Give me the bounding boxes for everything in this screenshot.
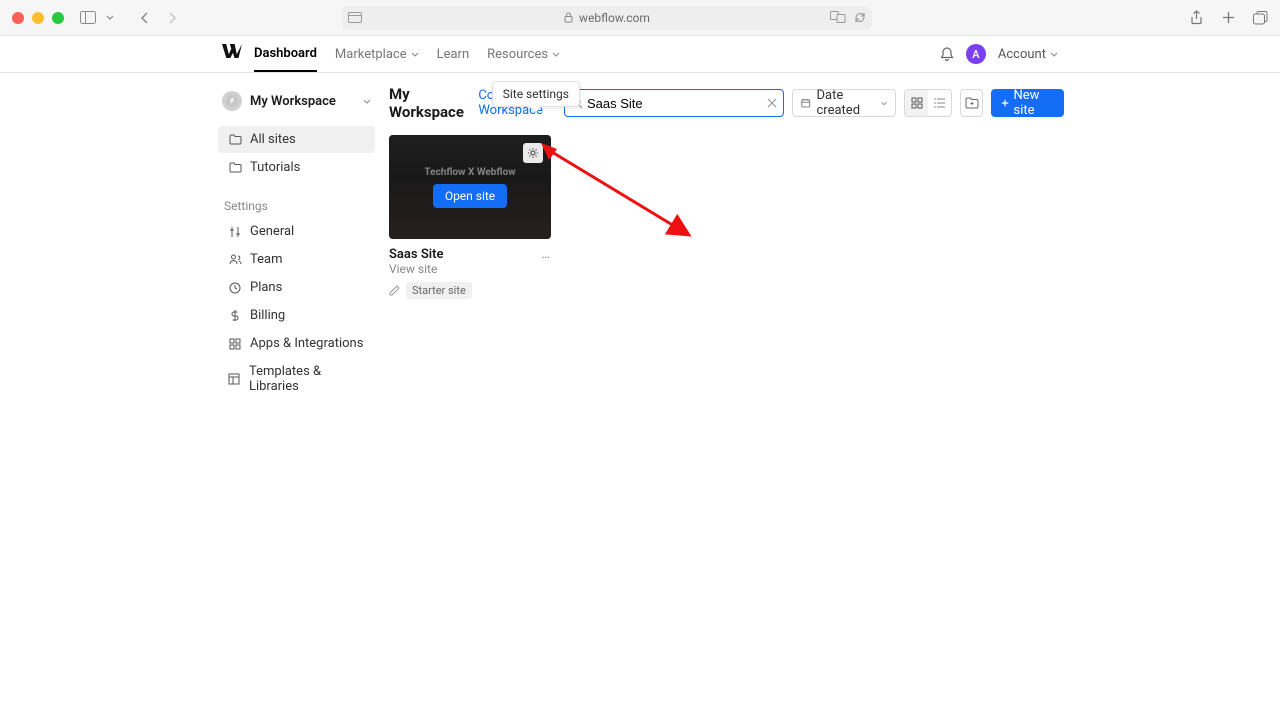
page-title: My Workspace (389, 85, 470, 121)
nav-tab-resources[interactable]: Resources (487, 36, 560, 72)
sidebar-item-label: Templates & Libraries (249, 364, 365, 394)
back-icon[interactable] (136, 10, 152, 26)
new-folder-button[interactable] (960, 89, 983, 117)
open-site-button[interactable]: Open site (433, 184, 507, 208)
grid-view-button[interactable] (905, 90, 928, 116)
plus-icon (1001, 98, 1009, 108)
sidebar: My Workspace All sites Tutorials Setting… (214, 73, 379, 413)
sidebar-item-general[interactable]: General (218, 218, 375, 245)
templates-icon (228, 372, 241, 386)
browser-chrome: webflow.com (0, 0, 1280, 36)
billing-icon (228, 309, 242, 323)
list-icon (934, 98, 946, 108)
top-nav: Dashboard Marketplace Learn Resources A … (0, 36, 1280, 72)
site-more-button[interactable]: … (541, 247, 551, 262)
sidebar-item-all-sites[interactable]: All sites (218, 126, 375, 153)
chevron-down-icon[interactable] (102, 10, 118, 26)
site-thumbnail[interactable]: Techflow X Webflow Open site (389, 135, 551, 239)
nav-tab-learn[interactable]: Learn (437, 36, 470, 72)
forward-icon[interactable] (164, 10, 180, 26)
sidebar-item-label: General (250, 224, 294, 239)
chevron-down-icon (1050, 52, 1058, 57)
main-area: My Workspace Core Workspace Site setting… (379, 73, 1280, 413)
translate-icon[interactable] (830, 11, 846, 24)
sidebar-section-settings: Settings (214, 191, 379, 217)
workspace-name: My Workspace (250, 94, 355, 109)
chevron-down-icon (552, 52, 560, 57)
url-bar[interactable]: webflow.com (342, 6, 872, 30)
core-workspace-link[interactable]: Core Workspace Site settings (478, 88, 556, 118)
pen-icon (389, 285, 400, 296)
grid-icon (911, 97, 923, 109)
starter-site-badge: Starter site (406, 282, 472, 299)
site-card: Techflow X Webflow Open site Saas Site …… (389, 135, 551, 299)
workspace-selector[interactable]: My Workspace (214, 85, 379, 117)
apps-icon (228, 337, 242, 351)
date-created-filter[interactable]: Date created (792, 89, 896, 117)
search-input-field[interactable] (587, 96, 763, 111)
sidebar-item-label: Tutorials (250, 160, 300, 175)
sidebar-item-label: Apps & Integrations (250, 336, 363, 351)
lock-icon (564, 12, 573, 23)
url-text: webflow.com (579, 11, 650, 25)
window-controls (12, 12, 64, 24)
plans-icon (228, 281, 242, 295)
bell-icon[interactable] (940, 47, 954, 62)
website-settings-icon[interactable] (348, 12, 362, 23)
avatar[interactable]: A (966, 44, 986, 64)
nav-tab-marketplace[interactable]: Marketplace (335, 36, 419, 72)
sidebar-item-team[interactable]: Team (218, 246, 375, 273)
thumbnail-preview-text: Techflow X Webflow (424, 167, 515, 178)
site-settings-button[interactable] (523, 143, 543, 163)
sidebar-item-label: Billing (250, 308, 285, 323)
nav-tab-dashboard[interactable]: Dashboard (254, 36, 317, 72)
sidebar-item-label: Plans (250, 280, 282, 295)
close-window-icon[interactable] (12, 12, 24, 24)
chevron-down-icon (411, 52, 419, 57)
sliders-icon (228, 225, 242, 239)
team-icon (228, 253, 242, 267)
list-view-button[interactable] (928, 90, 951, 116)
sidebar-toggle-icon[interactable] (80, 10, 96, 26)
workspace-avatar-icon (222, 91, 242, 111)
maximize-window-icon[interactable] (52, 12, 64, 24)
view-toggle (904, 89, 952, 117)
minimize-window-icon[interactable] (32, 12, 44, 24)
chevron-down-icon (363, 99, 371, 104)
sidebar-item-label: Team (250, 252, 283, 267)
sidebar-item-tutorials[interactable]: Tutorials (218, 154, 375, 181)
folder-plus-icon (965, 97, 979, 109)
chevron-down-icon (881, 101, 887, 106)
sidebar-item-apps[interactable]: Apps & Integrations (218, 330, 375, 357)
search-input[interactable] (564, 89, 784, 117)
calendar-icon (801, 97, 811, 109)
tooltip-site-settings: Site settings (492, 81, 580, 107)
sidebar-item-templates[interactable]: Templates & Libraries (218, 358, 375, 400)
folder-icon (228, 133, 242, 147)
share-icon[interactable] (1188, 10, 1204, 26)
reload-icon[interactable] (854, 11, 866, 24)
folder-icon (228, 161, 242, 175)
gear-icon (527, 147, 539, 159)
view-site-link[interactable]: View site (389, 262, 551, 276)
new-site-button[interactable]: New site (991, 89, 1064, 117)
clear-search-icon[interactable] (767, 98, 777, 108)
content-header: My Workspace Core Workspace Site setting… (389, 85, 1064, 121)
account-dropdown[interactable]: Account (998, 47, 1058, 62)
sidebar-item-label: All sites (250, 132, 296, 147)
new-tab-icon[interactable] (1220, 10, 1236, 26)
tabs-icon[interactable] (1252, 10, 1268, 26)
sidebar-item-billing[interactable]: Billing (218, 302, 375, 329)
site-name: Saas Site (389, 247, 444, 262)
sidebar-item-plans[interactable]: Plans (218, 274, 375, 301)
annotation-arrow-icon (539, 135, 699, 245)
webflow-logo-icon[interactable] (222, 44, 242, 58)
